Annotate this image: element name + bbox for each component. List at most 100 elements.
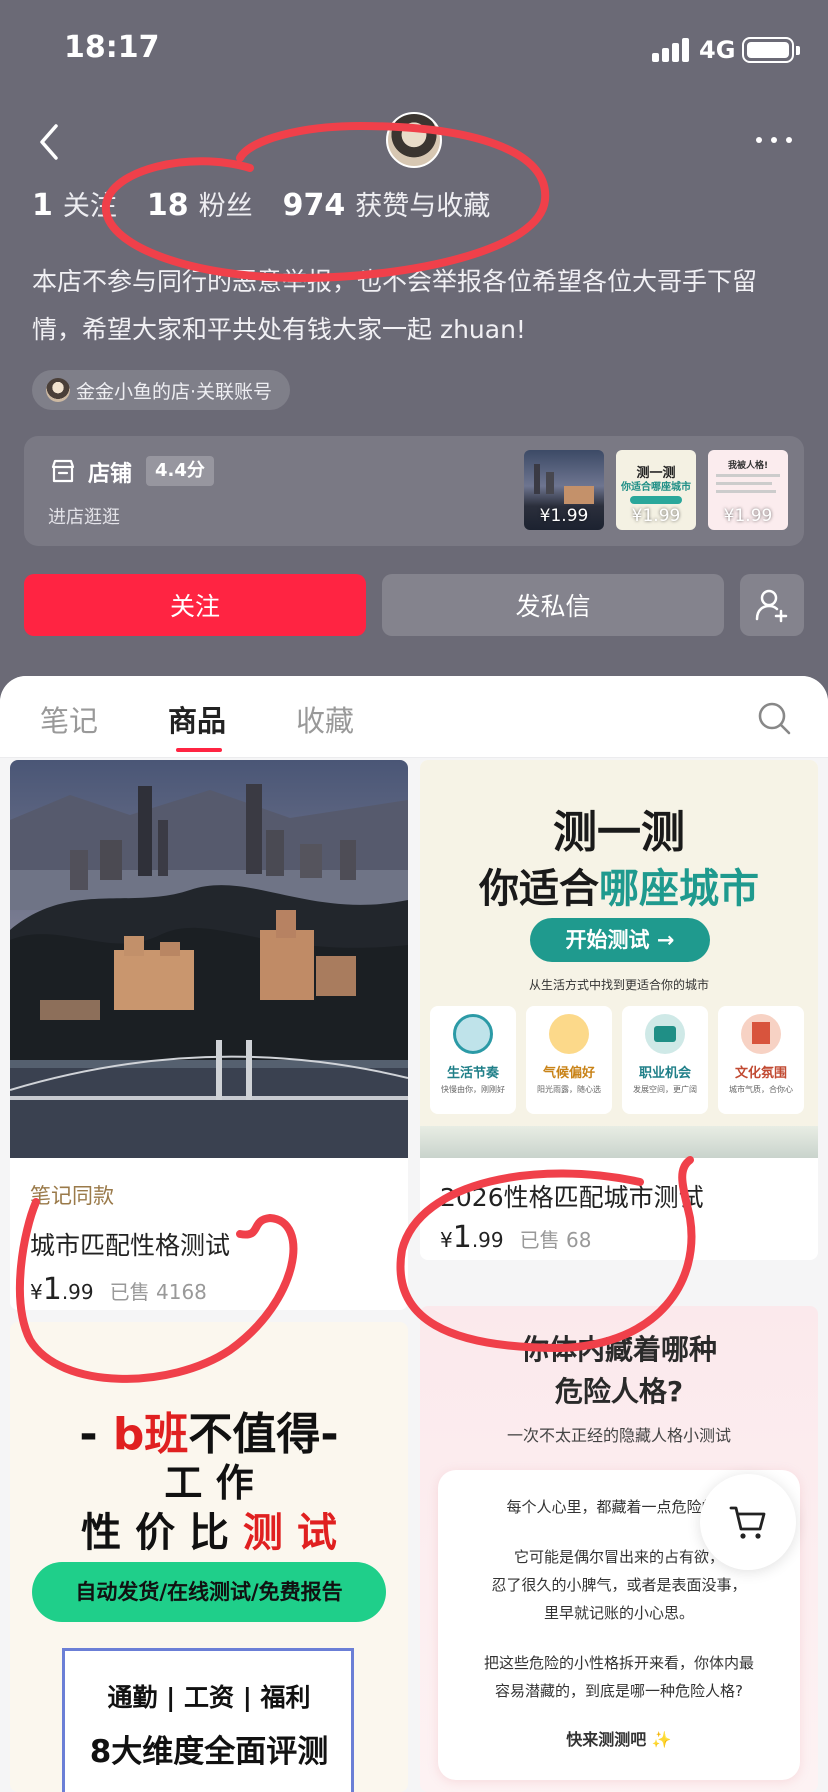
stat-label: 关注 — [62, 191, 117, 222]
battery-icon — [742, 37, 800, 63]
product-title: 2026性格匹配城市测试 — [440, 1183, 704, 1212]
stat-followers[interactable]: 18 粉丝 — [147, 184, 253, 223]
feature-desc: 快慢由你，刚刚好 — [441, 1085, 505, 1094]
avatar[interactable] — [386, 112, 442, 168]
poster-cta: 快来测测吧 ✨ — [566, 1730, 672, 1749]
tab-products[interactable]: 商品 — [168, 698, 226, 740]
price-currency: ¥ — [30, 1280, 43, 1304]
shop-label: 店铺 — [88, 462, 133, 487]
thumb-price: ¥1.99 — [723, 506, 773, 526]
bio-line: 情，希望大家和平共处有钱大家一起 zhuan! — [32, 315, 526, 344]
feature-desc: 发展空间，更广阔 — [633, 1085, 697, 1094]
active-tab-indicator — [176, 748, 222, 752]
product-card[interactable]: 笔记同款 城市匹配性格测试 ¥ 1 .99 已售 4168 — [10, 760, 408, 1310]
feature-desc: 城市气质，合你心 — [729, 1085, 793, 1094]
product-tag: 笔记同款 — [30, 1184, 114, 1208]
shop-subtitle: 进店逛逛 — [48, 507, 120, 528]
tab-notes[interactable]: 笔记 — [40, 698, 98, 740]
product-image-city — [10, 760, 408, 1158]
product-title: 城市匹配性格测试 — [30, 1231, 231, 1260]
stat-label: 粉丝 — [198, 191, 253, 222]
shop-thumb[interactable]: ¥1.99 — [524, 450, 604, 530]
poster-title: 你适合哪座城市 — [420, 856, 818, 914]
poster-paragraph: 容易潜藏的，到底是哪一种危险人格? — [495, 1682, 743, 1700]
price-decimal: .99 — [61, 1280, 94, 1304]
cart-button[interactable] — [700, 1474, 796, 1570]
bio-line: 本店不参与同行的恶意举报，也不会举报各位希望各位大哥手下留 — [32, 267, 758, 296]
follow-button[interactable]: 关注 — [24, 574, 366, 636]
poster-title: 你体内藏着哪种 — [520, 1333, 717, 1366]
shop-thumb[interactable]: 我被人格! ¥1.99 — [708, 450, 788, 530]
product-price-row: ¥ 1 .99 已售 68 — [440, 1220, 591, 1255]
more-icon[interactable] — [752, 130, 796, 150]
price-currency: ¥ — [440, 1228, 453, 1252]
shop-card[interactable]: 店铺 4.4分 进店逛逛 ¥1.99 测一测 你适合哪座城市 ¥1.99 我被人… — [24, 436, 804, 546]
linked-account-chip[interactable]: 金金小鱼的店·关联账号 — [32, 370, 291, 410]
stat-likes[interactable]: 974 获赞与收藏 — [283, 184, 491, 223]
feature-name: 生活节奏 — [446, 1066, 499, 1081]
product-image-city-quiz: 测一测 你适合哪座城市 开始测试 → 从生活方式中找到更适合你的城市 生活节奏 … — [420, 760, 818, 1158]
add-user-icon — [755, 589, 788, 623]
feature-name: 文化氛围 — [734, 1066, 787, 1081]
thumb-price: ¥1.99 — [539, 506, 589, 526]
profile-stats: 1 关注 18 粉丝 974 获赞与收藏 — [32, 184, 520, 228]
thumb-price: ¥1.99 — [631, 506, 681, 526]
profile-header: 18:17 4G 1 关注 18 粉丝 974 获赞与收藏 本店不参与同行的恶意… — [0, 0, 828, 700]
sold-count: 已售 4168 — [109, 1280, 207, 1304]
poster-paragraph: 忍了很久的小脾气，或者是表面没事， — [491, 1576, 747, 1594]
price-decimal: .99 — [471, 1228, 504, 1252]
linked-avatar — [46, 378, 70, 402]
signal-icon — [652, 38, 692, 62]
stat-following[interactable]: 1 关注 — [32, 184, 117, 223]
stat-num: 18 — [146, 188, 189, 223]
linked-account-label: 金金小鱼的店·关联账号 — [76, 380, 273, 403]
poster-feature: 气候偏好 阳光雨露，随心选 — [526, 1006, 612, 1114]
feature-name: 职业机会 — [638, 1066, 691, 1081]
product-card[interactable]: 测一测 你适合哪座城市 开始测试 → 从生活方式中找到更适合你的城市 生活节奏 … — [420, 760, 818, 1260]
sold-count: 已售 68 — [519, 1228, 592, 1252]
back-icon[interactable] — [34, 122, 64, 162]
thumb-title: 我被人格! — [727, 461, 769, 471]
tab-bar: 笔记 商品 收藏 — [0, 676, 828, 758]
feature-name: 气候偏好 — [542, 1066, 595, 1081]
poster-pill: 自动发货/在线测试/免费报告 — [32, 1562, 386, 1622]
store-icon — [51, 459, 75, 483]
tab-collections[interactable]: 收藏 — [296, 698, 354, 740]
network-label: 4G — [699, 36, 736, 64]
poster-title: 危险人格? — [554, 1375, 684, 1408]
feature-desc: 阳光雨露，随心选 — [537, 1085, 601, 1094]
add-friend-button[interactable] — [740, 574, 804, 636]
poster-feature: 职业机会 发展空间，更广阔 — [622, 1006, 708, 1114]
poster-start-pill: 开始测试 → — [530, 918, 710, 962]
poster-title-part: 你适合 — [479, 866, 599, 912]
shop-thumb[interactable]: 测一测 你适合哪座城市 ¥1.99 — [616, 450, 696, 530]
stat-num: 1 — [32, 188, 53, 223]
message-button[interactable]: 发私信 — [382, 574, 724, 636]
poster-title-highlight: 哪座城市 — [599, 866, 759, 912]
status-time: 18:17 — [64, 30, 160, 65]
status-bar: 18:17 4G — [0, 0, 828, 100]
bio-text: 本店不参与同行的恶意举报，也不会举报各位希望各位大哥手下留 情，希望大家和平共处… — [32, 258, 802, 354]
poster-line-part: 性 价 比 — [81, 1510, 243, 1556]
poster-paragraph: 把这些危险的小性格拆开来看，你体内最 — [483, 1654, 754, 1672]
product-card[interactable]: - b班不值得- 工 作 性 价 比 测 试 自动发货/在线测试/免费报告 通勤… — [10, 1322, 408, 1792]
cart-icon — [729, 1506, 766, 1539]
poster-subtitle: 从生活方式中找到更适合你的城市 — [528, 978, 709, 992]
product-price-row: ¥ 1 .99 已售 4168 — [30, 1272, 207, 1307]
poster-line: 工 作 — [164, 1461, 254, 1505]
poster-subtitle: 一次不太正经的隐藏人格小测试 — [506, 1426, 731, 1445]
poster-dimensions: 通勤 | 工资 | 福利 — [107, 1683, 311, 1712]
stat-label: 获赞与收藏 — [355, 191, 491, 222]
price-integer: 1 — [452, 1220, 472, 1255]
poster-line-highlight: 测 试 — [242, 1510, 337, 1556]
shop-rating-badge: 4.4分 — [146, 456, 214, 486]
price-integer: 1 — [42, 1272, 62, 1307]
search-icon[interactable] — [756, 700, 792, 736]
poster-line: 性 价 比 测 试 — [10, 1500, 408, 1558]
poster-eval: 8大维度全面评测 — [89, 1734, 329, 1770]
poster-feature: 文化氛围 城市气质，合你心 — [718, 1006, 804, 1114]
poster-feature: 生活节奏 快慢由你，刚刚好 — [430, 1006, 516, 1114]
poster-title: 测一测 — [553, 807, 685, 858]
thumb-title: 你适合哪座城市 — [621, 482, 691, 493]
poster-paragraph: 里早就记账的小心思。 — [543, 1604, 694, 1622]
